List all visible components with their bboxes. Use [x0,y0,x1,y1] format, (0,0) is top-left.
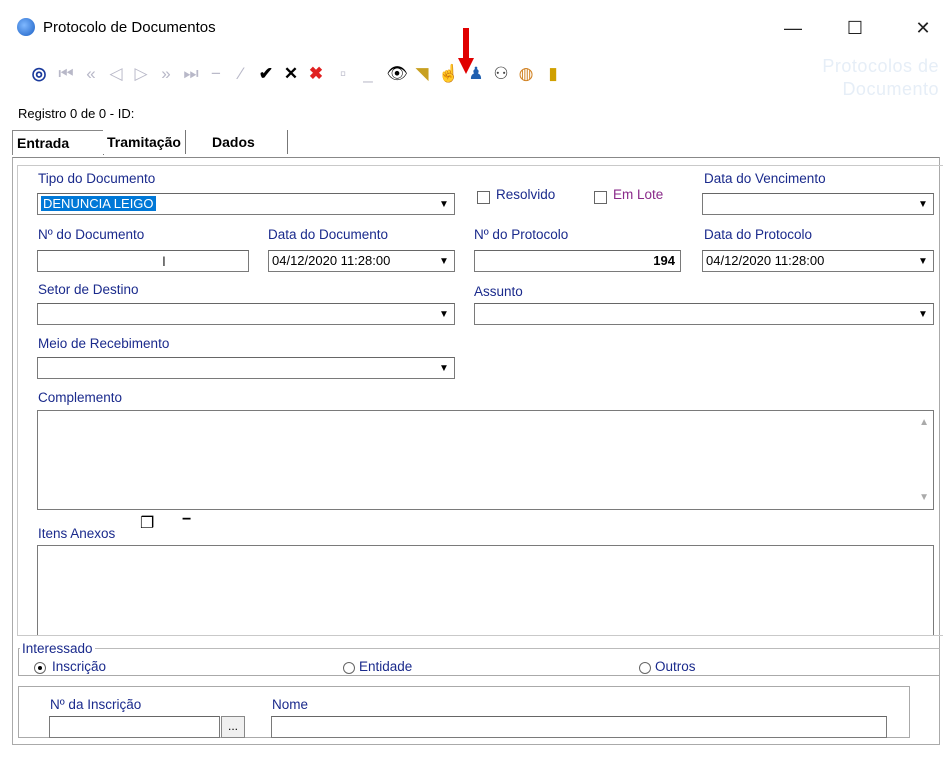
chevron-down-icon[interactable]: ▼ [436,306,452,322]
maximize-button[interactable]: ☐ [832,12,878,44]
app-globe-icon [17,18,35,36]
itens-anexos-label: Itens Anexos [38,526,116,541]
data-documento-label: Data do Documento [268,227,389,242]
last-record-icon[interactable]: ⏭ [180,62,202,86]
tab-tramitacao[interactable]: Tramitação [103,130,186,154]
close-button[interactable]: ✕ [900,12,946,44]
first-record-icon[interactable]: ⏮ [55,62,77,86]
prev-page-icon[interactable]: « [80,62,102,86]
resolvido-checkbox[interactable] [477,191,490,204]
assunto-select[interactable]: ▼ [474,303,934,325]
scroll-down-icon[interactable]: ▼ [919,492,929,503]
nome-input[interactable] [271,716,887,738]
itens-anexos-list[interactable] [37,545,934,635]
complemento-label: Complemento [38,390,123,405]
documents-icon[interactable]: ❐ [140,513,154,533]
tab-dados-adicionais[interactable]: Dados Adicionais [208,130,288,174]
watermark-line1: Protocolos de [822,56,939,76]
em-lote-checkbox[interactable] [594,191,607,204]
complemento-textarea[interactable]: ▲ ▼ [37,410,934,510]
tipo-documento-value: DENUNCIA LEIGO [41,196,156,211]
minimize-button[interactable]: — [770,12,816,44]
refresh-icon[interactable]: ◎ [28,62,50,86]
num-documento-label: Nº do Documento [38,227,145,242]
resolvido-label: Resolvido [496,187,556,202]
exit-door-icon[interactable]: ▮ [542,62,564,86]
data-documento-value: 04/12/2020 11:28:00 [272,253,391,268]
copy-hand-icon[interactable]: ☝ [438,62,460,86]
tipo-documento-label: Tipo do Documento [38,171,156,186]
next-page-icon[interactable]: » [155,62,177,86]
chevron-down-icon[interactable]: ▼ [915,253,931,269]
data-vencimento-field[interactable]: ▼ [702,193,934,215]
cancel-x-icon[interactable]: ✕ [280,62,302,86]
num-inscricao-input[interactable] [49,716,220,738]
blank-page-icon[interactable]: ▫ [332,62,354,86]
text-cursor-icon: I [162,253,166,269]
meio-recebimento-label: Meio de Recebimento [38,336,170,351]
watermark-line2: Documento [842,79,939,99]
scroll-up-icon[interactable]: ▲ [919,417,929,428]
data-vencimento-label: Data do Vencimento [704,171,826,186]
num-documento-input[interactable]: I [37,250,249,272]
interessado-group [18,648,940,676]
binoculars-search-icon[interactable]: 👁 [386,62,408,86]
radio-entidade[interactable] [343,662,355,674]
globe-icon[interactable]: ◍ [515,62,537,86]
filter-tag-icon[interactable]: ◥ [411,62,433,86]
interessado-legend: Interessado [20,641,95,656]
radio-inscricao-label: Inscrição [52,659,107,674]
record-status: Registro 0 de 0 - ID: [18,106,135,121]
radio-inscricao[interactable] [34,662,46,674]
meio-recebimento-select[interactable]: ▼ [37,357,455,379]
prev-record-icon[interactable]: ◁ [105,62,127,86]
window-title: Protocolo de Documentos [43,19,216,36]
em-lote-label: Em Lote [613,187,664,202]
lookup-button[interactable]: ... [221,716,245,738]
data-protocolo-value: 04/12/2020 11:28:00 [706,253,825,268]
red-arrow-annotation [458,28,474,74]
minus-icon[interactable]: _ [357,62,379,86]
num-inscricao-label: Nº da Inscrição [50,697,142,712]
setor-destino-select[interactable]: ▼ [37,303,455,325]
radio-outros[interactable] [639,662,651,674]
delete-icon[interactable]: ✖ [305,62,327,86]
watermark-title: Protocolos de Documento [822,55,939,101]
num-protocolo-label: Nº do Protocolo [474,227,569,242]
radio-entidade-label: Entidade [359,659,413,674]
data-protocolo-label: Data do Protocolo [704,227,813,242]
assunto-label: Assunto [474,284,523,299]
chevron-down-icon[interactable]: ▼ [436,253,452,269]
setor-destino-label: Setor de Destino [38,282,139,297]
person-link-icon[interactable]: ⚇ [490,62,512,86]
insert-icon[interactable]: − [205,62,227,86]
tipo-documento-select[interactable]: DENUNCIA LEIGO ▼ [37,193,455,215]
nome-label: Nome [272,697,309,712]
radio-outros-label: Outros [655,659,696,674]
tab-entrada[interactable]: Entrada [12,130,104,155]
confirm-check-icon[interactable]: ✔ [255,62,277,86]
edit-icon[interactable]: ⁄ [230,62,252,86]
next-record-icon[interactable]: ▷ [130,62,152,86]
chevron-down-icon[interactable]: ▼ [436,196,452,212]
chevron-down-icon[interactable]: ▼ [915,196,931,212]
minus-icon[interactable]: − [182,511,191,529]
chevron-down-icon[interactable]: ▼ [915,306,931,322]
toolbar: ◎ ⏮ « ◁ ▷ » ⏭ − ⁄ ✔ ✕ ✖ ▫ _ 👁 ◥ ☝ ♟ ⚇ ◍ … [28,62,788,90]
num-protocolo-field[interactable]: 194 [474,250,681,272]
data-protocolo-field[interactable]: 04/12/2020 11:28:00 ▼ [702,250,934,272]
data-documento-field[interactable]: 04/12/2020 11:28:00 ▼ [268,250,455,272]
chevron-down-icon[interactable]: ▼ [436,360,452,376]
